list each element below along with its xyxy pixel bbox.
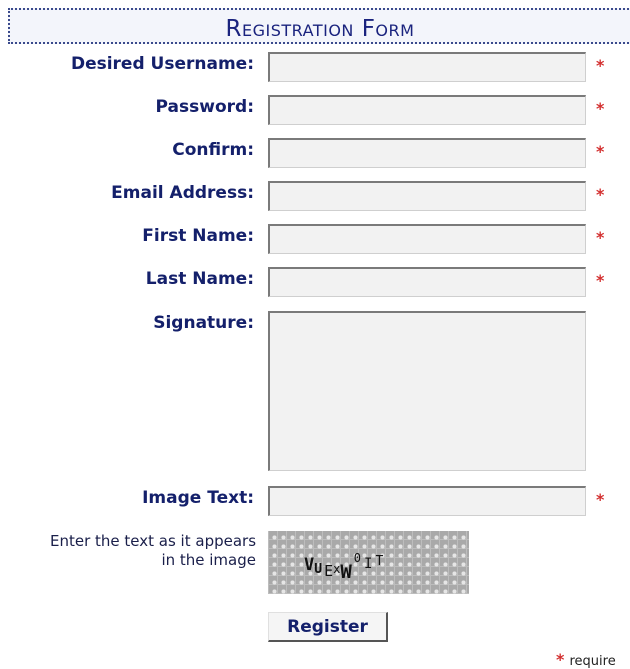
signature-textarea[interactable]	[268, 311, 586, 471]
captcha-char: W	[340, 561, 352, 583]
image-text-required-marker: *	[596, 490, 605, 509]
confirm-required-marker: *	[596, 142, 605, 161]
image-text-input[interactable]	[268, 486, 586, 516]
captcha-text: VU ExW0 I T	[304, 551, 384, 583]
password-required-marker: *	[596, 99, 605, 118]
captcha-char: U	[314, 562, 323, 577]
confirm-password-label: Confirm:	[172, 140, 254, 160]
password-input[interactable]	[268, 95, 586, 125]
username-input[interactable]	[268, 52, 586, 82]
first-name-label: First Name:	[142, 226, 254, 246]
captcha-char: I	[364, 556, 373, 572]
first-name-input[interactable]	[268, 224, 586, 254]
form-title: Registration Form	[225, 16, 415, 42]
captcha-char: 0	[353, 551, 362, 565]
username-label: Desired Username:	[70, 54, 254, 74]
username-required-marker: *	[596, 56, 605, 75]
confirm-password-input[interactable]	[268, 138, 586, 168]
captcha-char: V	[304, 555, 315, 575]
captcha-char: E	[324, 562, 334, 580]
captcha-char: T	[375, 554, 384, 569]
captcha-image: VU ExW0 I T	[268, 531, 469, 594]
image-text-label: Image Text:	[142, 488, 254, 508]
required-legend-marker: *	[556, 650, 565, 669]
email-label: Email Address:	[111, 183, 254, 203]
signature-label: Signature:	[153, 313, 254, 333]
captcha-hint: Enter the text as it appears in the imag…	[50, 532, 257, 569]
last-name-required-marker: *	[596, 271, 605, 290]
captcha-char: x	[333, 562, 341, 576]
register-button[interactable]: Register	[268, 612, 388, 642]
required-legend: * require	[556, 650, 616, 669]
last-name-input[interactable]	[268, 267, 586, 297]
email-input[interactable]	[268, 181, 586, 211]
first-name-required-marker: *	[596, 228, 605, 247]
required-legend-text: require	[569, 654, 616, 669]
email-required-marker: *	[596, 185, 605, 204]
password-label: Password:	[155, 97, 254, 117]
last-name-label: Last Name:	[145, 269, 254, 289]
